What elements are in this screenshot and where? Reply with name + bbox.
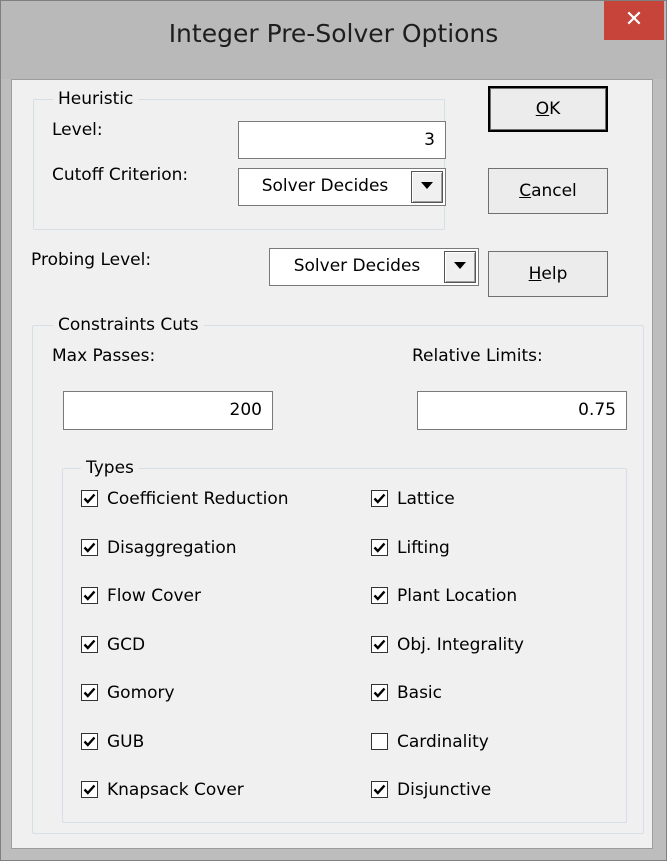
constraints-cuts-legend: Constraints Cuts bbox=[53, 314, 204, 336]
checkmark-icon bbox=[373, 542, 386, 553]
checkbox-box[interactable] bbox=[81, 587, 98, 604]
cutoff-criterion-value: Solver Decides bbox=[261, 176, 389, 196]
title-bar[interactable]: Integer Pre-Solver Options ✕ bbox=[1, 1, 666, 79]
help-mnemonic: H bbox=[528, 264, 542, 284]
checkbox-label: Cardinality bbox=[397, 732, 489, 752]
checkbox-label: Flow Cover bbox=[107, 586, 201, 606]
help-button[interactable]: Help bbox=[488, 251, 608, 297]
close-button[interactable]: ✕ bbox=[604, 1, 664, 40]
checkbox-box[interactable] bbox=[81, 684, 98, 701]
cutoff-criterion-select[interactable]: Solver Decides bbox=[238, 168, 446, 206]
probing-level-select[interactable]: Solver Decides bbox=[269, 248, 479, 286]
checkbox-box[interactable] bbox=[81, 781, 98, 798]
close-icon: ✕ bbox=[624, 7, 644, 32]
ok-label-rest: K bbox=[549, 99, 561, 119]
checkmark-icon bbox=[83, 493, 96, 504]
checkbox-box[interactable] bbox=[81, 636, 98, 653]
checkmark-icon bbox=[373, 590, 386, 601]
dialog-window: Integer Pre-Solver Options ✕ Heuristic L… bbox=[0, 0, 667, 861]
cutoff-criterion-label: Cutoff Criterion: bbox=[52, 165, 189, 185]
checkmark-icon bbox=[373, 784, 386, 795]
checkmark-icon bbox=[373, 639, 386, 650]
ok-button[interactable]: OK bbox=[488, 86, 608, 132]
probing-level-label: Probing Level: bbox=[31, 250, 152, 270]
dialog-title: Integer Pre-Solver Options bbox=[168, 19, 499, 48]
types-legend: Types bbox=[81, 457, 139, 479]
checkbox-box[interactable] bbox=[371, 636, 388, 653]
cancel-label-rest: ancel bbox=[531, 181, 577, 201]
checkbox-box[interactable] bbox=[371, 490, 388, 507]
relative-limits-label: Relative Limits: bbox=[412, 346, 543, 366]
level-label: Level: bbox=[52, 120, 103, 140]
checkbox-box[interactable] bbox=[81, 490, 98, 507]
checkbox-label: GCD bbox=[107, 635, 146, 655]
checkbox-label: Disjunctive bbox=[397, 780, 492, 800]
checkbox-label: Lattice bbox=[397, 489, 455, 509]
checkbox-box[interactable] bbox=[81, 539, 98, 556]
heuristic-legend: Heuristic bbox=[53, 88, 139, 110]
checkbox-label: Basic bbox=[397, 683, 443, 703]
cancel-mnemonic: C bbox=[519, 181, 532, 201]
checkbox-label: Gomory bbox=[107, 683, 175, 703]
checkmark-icon bbox=[83, 639, 96, 650]
checkbox-label: Coefficient Reduction bbox=[107, 489, 289, 509]
ok-mnemonic: O bbox=[535, 99, 550, 119]
relative-limits-input[interactable]: 0.75 bbox=[417, 391, 627, 430]
checkbox-box[interactable] bbox=[371, 539, 388, 556]
chevron-down-icon bbox=[454, 262, 466, 269]
checkbox-box[interactable] bbox=[371, 684, 388, 701]
checkmark-icon bbox=[83, 542, 96, 553]
level-input[interactable]: 3 bbox=[238, 121, 446, 159]
checkmark-icon bbox=[373, 687, 386, 698]
checkbox-label: Obj. Integrality bbox=[397, 635, 524, 655]
checkbox-label: Lifting bbox=[397, 538, 450, 558]
checkmark-icon bbox=[83, 784, 96, 795]
checkbox-box[interactable] bbox=[371, 733, 388, 750]
checkbox-label: Disaggregation bbox=[107, 538, 237, 558]
checkbox-label: Knapsack Cover bbox=[107, 780, 244, 800]
max-passes-label: Max Passes: bbox=[52, 346, 156, 366]
help-label-rest: elp bbox=[541, 264, 568, 284]
checkbox-label: GUB bbox=[107, 732, 145, 752]
checkmark-icon bbox=[83, 590, 96, 601]
max-passes-input[interactable]: 200 bbox=[63, 391, 273, 430]
checkbox-box[interactable] bbox=[371, 781, 388, 798]
checkbox-box[interactable] bbox=[81, 733, 98, 750]
checkmark-icon bbox=[83, 736, 96, 747]
checkmark-icon bbox=[373, 493, 386, 504]
cancel-button[interactable]: Cancel bbox=[488, 168, 608, 214]
chevron-down-icon bbox=[421, 182, 433, 189]
checkmark-icon bbox=[83, 687, 96, 698]
probing-dropdown-button[interactable] bbox=[444, 251, 476, 283]
cutoff-dropdown-button[interactable] bbox=[411, 171, 443, 203]
types-group: Types bbox=[62, 457, 627, 823]
probing-level-value: Solver Decides bbox=[293, 256, 421, 276]
checkbox-label: Plant Location bbox=[397, 586, 518, 606]
dialog-body: Heuristic Level: 3 Cutoff Criterion: Sol… bbox=[11, 79, 653, 849]
checkbox-box[interactable] bbox=[371, 587, 388, 604]
